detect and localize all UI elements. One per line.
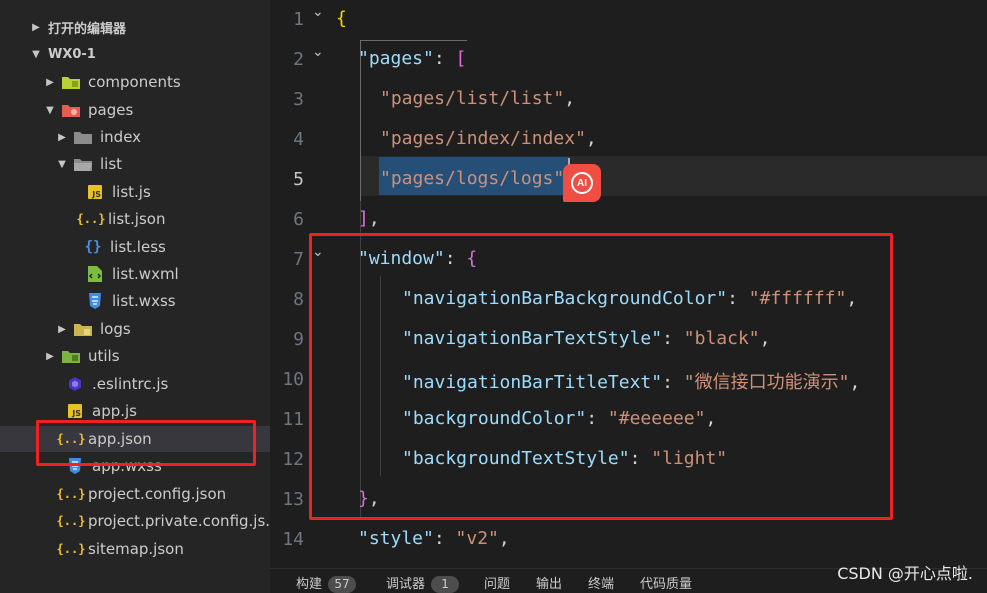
code-line-5: 5 "pages/logs/logs" — [293, 168, 565, 190]
fold-chevron-icon[interactable]: ⌄ — [312, 4, 324, 20]
watermark: CSDN @开心点啦. — [837, 564, 973, 583]
tab-build[interactable]: 构建 57 — [296, 573, 357, 593]
json-file-icon: {..} — [56, 542, 86, 556]
tree-item-list-wxss[interactable]: list.wxss — [0, 288, 270, 314]
js-file-icon: JS — [86, 183, 104, 201]
tree-item-project-config[interactable]: {..} project.config.json — [0, 481, 270, 507]
wxss-file-icon — [86, 292, 104, 310]
tree-item-list[interactable]: ▼ list — [0, 151, 270, 177]
chevron-right-icon: ▶ — [46, 350, 54, 362]
open-editors-section[interactable]: ▶ 打开的编辑器 — [0, 14, 270, 40]
tab-debugger[interactable]: 调试器 1 — [386, 573, 460, 593]
project-section[interactable]: ▼ WX0-1 — [0, 41, 270, 67]
chevron-down-icon: ▼ — [58, 158, 66, 170]
highlight-box-window-block — [309, 233, 893, 520]
chevron-down-icon: ▼ — [32, 48, 40, 60]
js-file-icon: JS — [66, 402, 84, 420]
tree-item-utils[interactable]: ▶ utils — [0, 343, 270, 369]
chevron-right-icon: ▶ — [46, 76, 54, 88]
tab-code-quality[interactable]: 代码质量 — [640, 573, 692, 592]
folder-logs-icon — [74, 320, 92, 338]
code-line-14: 14 "style": "v2", — [282, 528, 510, 550]
tab-output[interactable]: 输出 — [536, 573, 562, 592]
code-line-3: 3 "pages/list/list", — [293, 88, 576, 110]
build-count-badge: 57 — [328, 576, 357, 593]
code-line-4: 4 "pages/index/index", — [293, 128, 597, 150]
tree-item-list-js[interactable]: JS list.js — [0, 179, 270, 205]
wxml-file-icon — [86, 265, 104, 283]
project-label: WX0-1 — [48, 46, 96, 62]
tab-problems[interactable]: 问题 — [484, 573, 510, 592]
json-file-icon: {..} — [56, 514, 86, 528]
folder-utils-icon — [62, 347, 80, 365]
tree-item-project-private-config[interactable]: {..} project.private.config.js... — [0, 508, 270, 534]
fold-chevron-icon[interactable]: ⌄ — [312, 44, 324, 60]
tree-item-list-less[interactable]: {} list.less — [0, 234, 270, 260]
chevron-right-icon: ▶ — [32, 21, 40, 33]
less-file-icon: {} — [84, 239, 102, 255]
tree-item-list-wxml[interactable]: list.wxml — [0, 261, 270, 287]
folder-components-icon — [62, 73, 80, 91]
folder-pages-icon — [62, 101, 80, 119]
code-line-1: 1 ⌄ { — [293, 4, 347, 30]
tree-item-index[interactable]: ▶ index — [0, 124, 270, 150]
json-file-icon: {..} — [76, 212, 106, 226]
tree-item-sitemap[interactable]: {..} sitemap.json — [0, 536, 270, 562]
folder-open-icon — [74, 155, 92, 173]
tab-terminal[interactable]: 终端 — [588, 573, 614, 592]
ai-assistant-button[interactable]: AI — [563, 164, 601, 202]
ai-badge-label: AI — [571, 172, 593, 194]
tree-item-pages[interactable]: ▼ pages — [0, 97, 270, 123]
tree-item-eslintrc[interactable]: .eslintrc.js — [0, 371, 270, 397]
eslint-icon — [66, 375, 84, 393]
explorer-sidebar: ▶ 打开的编辑器 ▼ WX0-1 ▶ components ▼ pages ▶ … — [0, 0, 270, 592]
tree-item-components[interactable]: ▶ components — [0, 69, 270, 95]
debugger-count-badge: 1 — [431, 576, 460, 593]
tree-item-list-json[interactable]: {..} list.json — [0, 206, 270, 232]
folder-icon — [74, 128, 92, 146]
open-editors-label: 打开的编辑器 — [48, 21, 127, 37]
chevron-right-icon: ▶ — [58, 131, 66, 143]
chevron-right-icon: ▶ — [58, 323, 66, 335]
json-file-icon: {..} — [56, 487, 86, 501]
chevron-down-icon: ▼ — [46, 104, 54, 116]
code-line-2: 2 ⌄ "pages": [ — [293, 44, 467, 70]
tree-item-logs[interactable]: ▶ logs — [0, 316, 270, 342]
highlight-box-app-json — [36, 420, 256, 466]
